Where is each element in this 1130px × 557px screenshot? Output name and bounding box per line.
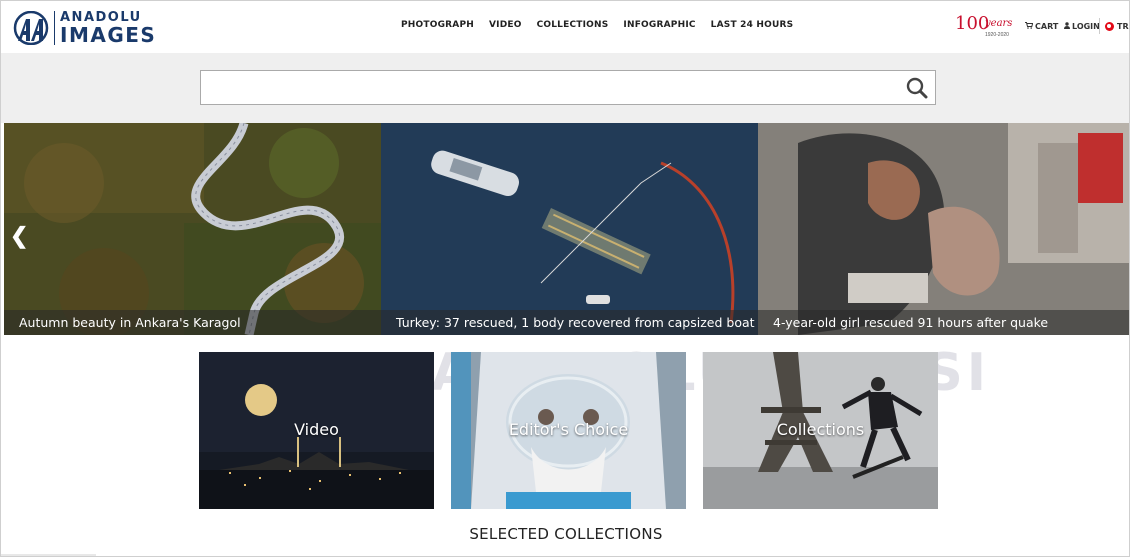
carousel-prev-arrow-icon[interactable]: ❮ — [10, 225, 28, 247]
tile-label: Editor's Choice — [508, 420, 629, 439]
aa-logo-icon — [13, 11, 49, 45]
anadolu-images-logo[interactable]: ANADOLU IMAGES — [12, 10, 156, 46]
login-label: LOGIN — [1072, 22, 1100, 31]
tile-label: Collections — [776, 420, 865, 439]
main-nav: PHOTOGRAPH VIDEO COLLECTIONS INFOGRAPHIC… — [401, 20, 808, 30]
centennial-range: 1920-2020 — [985, 32, 1009, 38]
nav-last-24-hours[interactable]: LAST 24 HOURS — [711, 20, 794, 30]
search-box — [200, 70, 936, 105]
forest-road-image — [4, 123, 381, 335]
nav-collections[interactable]: COLLECTIONS — [537, 20, 609, 30]
header-divider — [1099, 18, 1100, 34]
section-title: SELECTED COLLECTIONS — [469, 525, 663, 543]
featured-carousel: Autumn beauty in Ankara's Karagol Turkey… — [4, 123, 1129, 335]
nav-infographic[interactable]: INFOGRAPHIC — [623, 20, 695, 30]
turkey-flag-icon — [1105, 22, 1114, 31]
logo-line-2: IMAGES — [60, 23, 157, 47]
search-input[interactable] — [201, 71, 901, 104]
carousel-slide[interactable]: 4-year-old girl rescued 91 hours after q… — [758, 123, 1129, 335]
search-strip — [1, 53, 1129, 123]
language-label: TR — [1117, 22, 1129, 31]
tile-video[interactable]: Video — [199, 352, 434, 509]
page: ANADOLU IMAGES PHOTOGRAPH VIDEO COLLECTI… — [0, 0, 1130, 557]
category-tiles: ANADOLU AJANSI Video — [1, 335, 1129, 520]
login-link[interactable]: LOGIN — [1064, 22, 1100, 31]
carousel-slide[interactable]: Autumn beauty in Ankara's Karagol — [4, 123, 381, 335]
slide-caption: 4-year-old girl rescued 91 hours after q… — [758, 310, 1129, 335]
carousel-slide[interactable]: Turkey: 37 rescued, 1 body recovered fro… — [381, 123, 758, 335]
nav-video[interactable]: VIDEO — [489, 20, 522, 30]
slide-caption: Turkey: 37 rescued, 1 body recovered fro… — [381, 310, 758, 335]
tile-editors-choice[interactable]: Editor's Choice — [451, 352, 686, 509]
slide-caption: Autumn beauty in Ankara's Karagol — [4, 310, 381, 335]
centennial-word: years — [985, 18, 1013, 29]
centennial-badge: 100 years 1920-2020 — [955, 15, 1015, 39]
cart-label: CART — [1035, 22, 1059, 31]
tile-collections[interactable]: Collections — [703, 352, 938, 509]
user-icon — [1064, 22, 1070, 31]
cart-icon — [1025, 22, 1034, 31]
capsized-boat-image — [381, 123, 758, 335]
quake-rescue-image — [758, 123, 1129, 335]
nav-photograph[interactable]: PHOTOGRAPH — [401, 20, 474, 30]
header: ANADOLU IMAGES PHOTOGRAPH VIDEO COLLECTI… — [1, 1, 1129, 53]
search-icon[interactable] — [906, 77, 928, 99]
cart-link[interactable]: CART — [1025, 22, 1058, 31]
tile-label: Video — [294, 420, 339, 439]
language-switch[interactable]: TR — [1105, 22, 1129, 31]
logo-wordmark: ANADOLU IMAGES — [54, 11, 156, 45]
